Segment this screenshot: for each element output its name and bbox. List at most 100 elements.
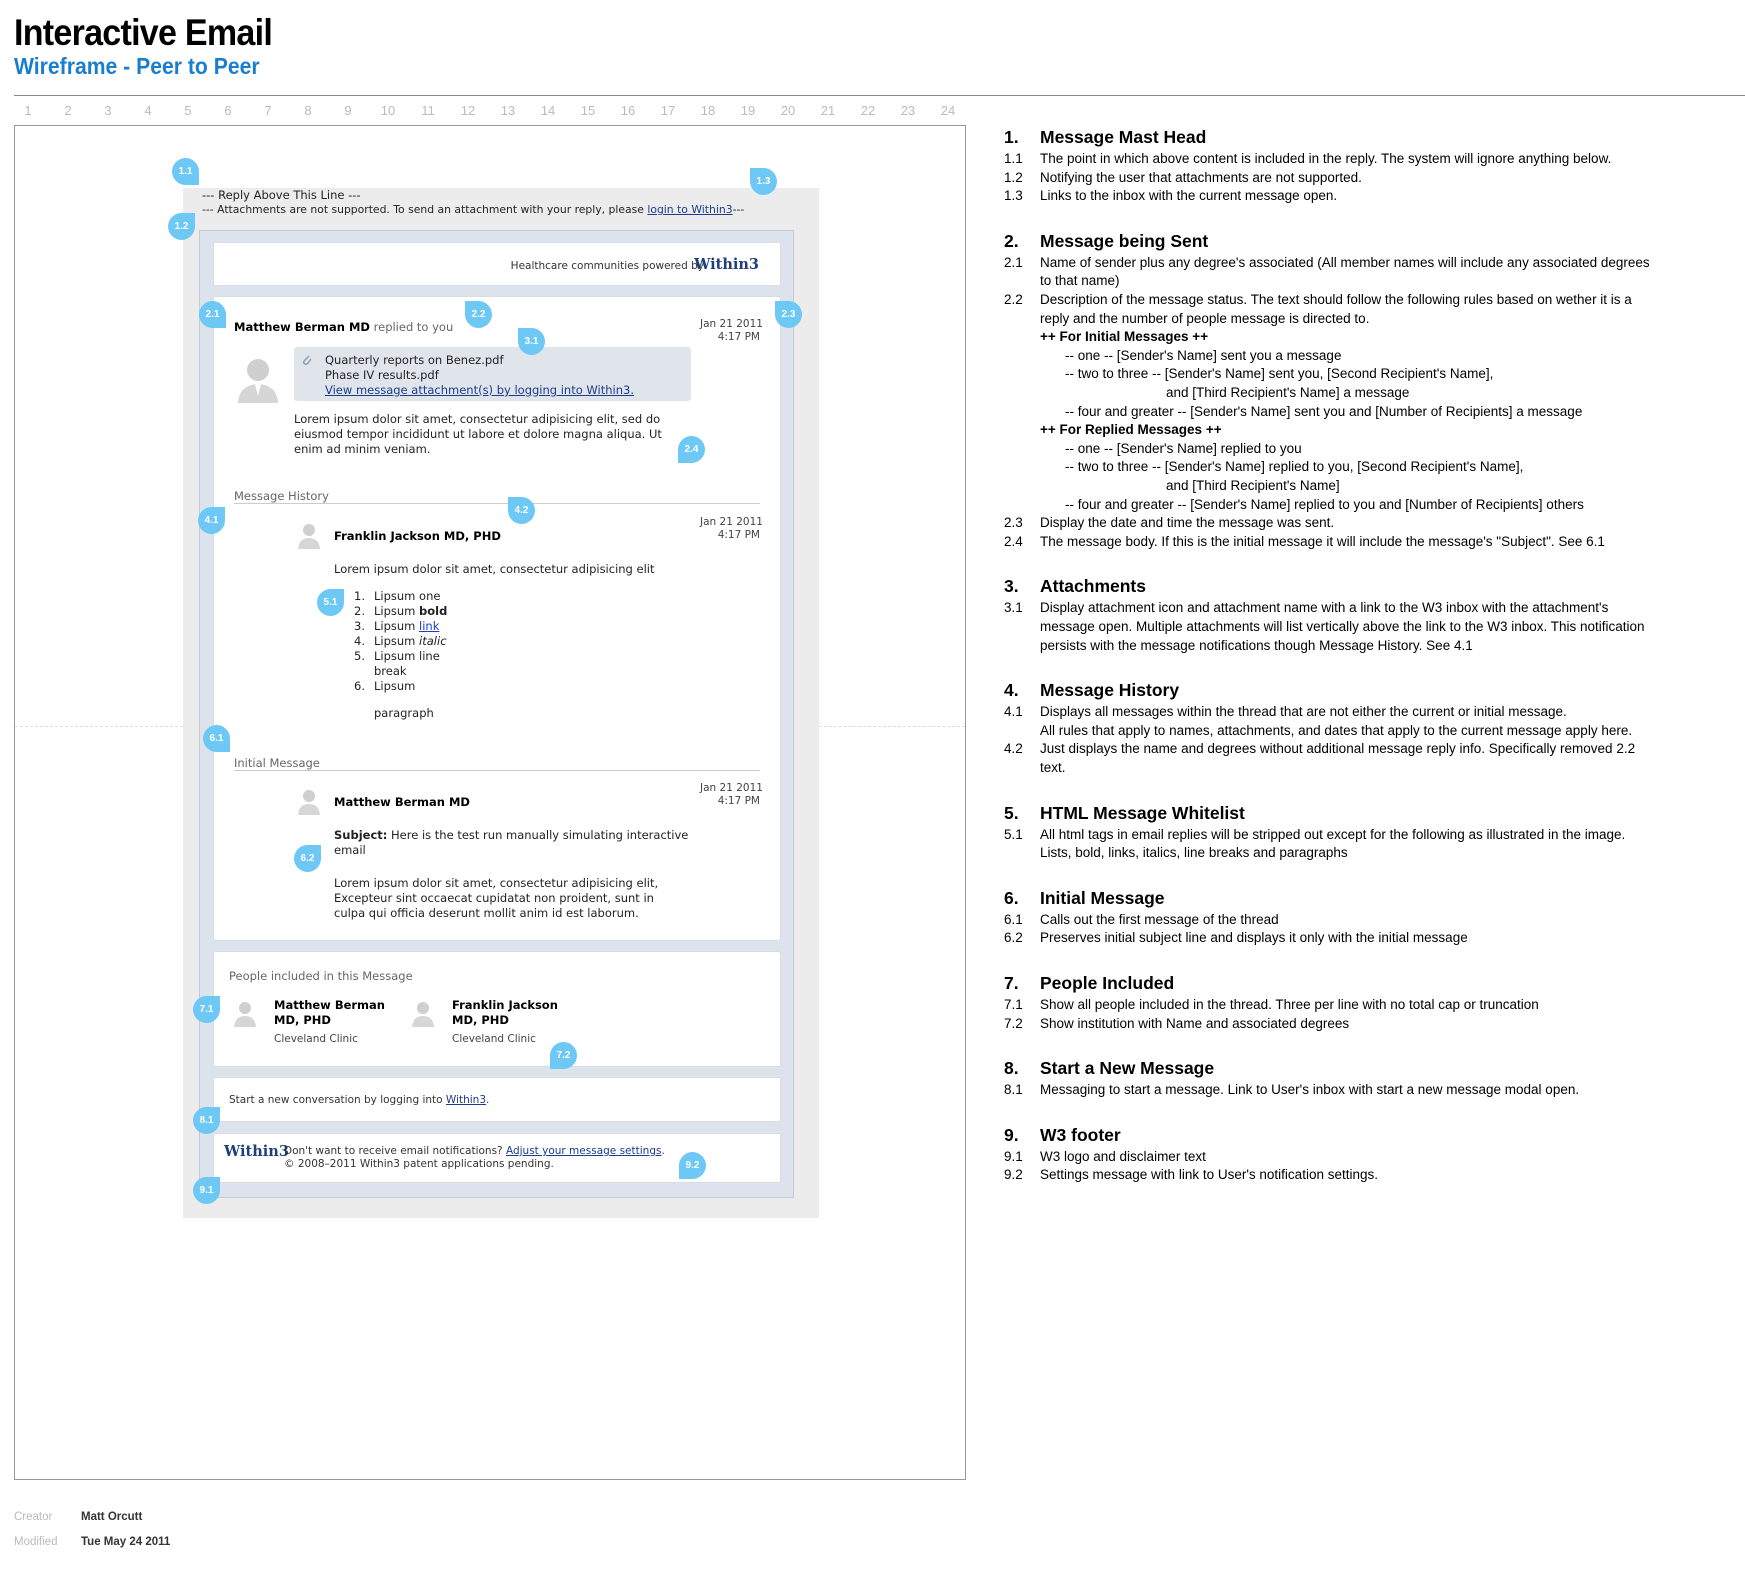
login-link[interactable]: login to Within3 [647, 203, 732, 216]
initial-subject: Subject: Here is the test run manually s… [334, 828, 688, 858]
note-section-heading: 5. HTML Message Whitelist [1004, 803, 1245, 824]
note-item-number: 2.3 [1004, 515, 1023, 531]
note-item-text: ++ For Replied Messages ++ [1040, 422, 1222, 438]
attachments-notice-text: --- Attachments are not supported. To se… [202, 203, 648, 216]
list-item: break [354, 664, 447, 679]
column-number: 13 [500, 103, 516, 118]
avatar-person [412, 1002, 434, 1027]
note-item-text: Settings message with link to User's not… [1040, 1167, 1378, 1183]
note-item-number: 2.2 [1004, 292, 1023, 307]
callout-pin: 2.4 [678, 436, 705, 463]
within3-link[interactable]: Within3 [446, 1094, 486, 1106]
history-time: 4:17 PM [717, 529, 760, 541]
person-name: Matthew Berman [274, 998, 385, 1012]
history-sender[interactable]: Franklin Jackson MD, PHD [334, 529, 501, 543]
note-section-number: 7. [1004, 973, 1019, 993]
column-number: 7 [264, 103, 272, 118]
initial-sender[interactable]: Matthew Berman MD [334, 795, 470, 809]
avatar-initial [298, 790, 320, 815]
note-item-text: Links to the inbox with the current mess… [1040, 188, 1338, 204]
callout-pin: 5.1 [317, 589, 344, 616]
fold-line-right [819, 726, 965, 727]
list-number: 4. [354, 634, 365, 648]
list-number: 3. [354, 619, 365, 633]
note-item-text: Lists, bold, links, italics, line breaks… [1040, 845, 1348, 861]
note-item-number: 1.2 [1004, 169, 1023, 185]
message-history-label: Message History [234, 489, 329, 503]
note-section-heading: 3. Attachments [1004, 576, 1146, 597]
note-item-text: ++ For Initial Messages ++ [1040, 329, 1209, 345]
paperclip-icon [302, 355, 312, 366]
page-subtitle: Wireframe - Peer to Peer [14, 53, 260, 79]
note-item-text: to that name) [1040, 273, 1120, 289]
note-section-heading: 7. People Included [1004, 973, 1174, 994]
list-item: 4. Lipsum italic [354, 634, 447, 649]
footer-text: Don't want to receive email notification… [284, 1145, 665, 1171]
list-text: Lipsum [374, 604, 416, 618]
brand-tagline: Healthcare communities powered by [510, 260, 704, 272]
note-item-text: Just displays the name and degrees witho… [1040, 741, 1636, 757]
initial-body: Lorem ipsum dolor sit amet, consectetur … [334, 876, 658, 921]
list-text: Lipsum [374, 619, 416, 633]
brand-card: Healthcare communities powered by Within… [213, 242, 781, 286]
note-item-number: 7.2 [1004, 1015, 1023, 1031]
list-value-bold: bold [419, 604, 448, 618]
current-sender[interactable]: Matthew Berman MD [234, 320, 370, 334]
person-card[interactable]: Franklin Jackson MD, PHD Cleveland Clini… [452, 998, 558, 1047]
note-section-title: W3 footer [1040, 1124, 1121, 1145]
note-item-text: Messaging to start a message. Link to Us… [1040, 1082, 1580, 1098]
current-body-line: Lorem ipsum dolor sit amet, consectetur … [294, 412, 661, 426]
history-body: Lorem ipsum dolor sit amet, consectetur … [334, 562, 655, 576]
note-section-number: 8. [1004, 1058, 1019, 1079]
avatar-person [234, 1002, 256, 1027]
list-text: Lipsum [374, 649, 416, 663]
note-item-text: -- two to three -- [Sender's Name] repli… [1065, 459, 1524, 475]
note-section-title: HTML Message Whitelist [1040, 802, 1245, 823]
callout-pin: 9.1 [193, 1177, 220, 1204]
column-number: 12 [460, 103, 476, 118]
list-item: 3. Lipsum link [354, 619, 447, 634]
subject-text-cont: email [334, 843, 366, 857]
callout-pin: 3.1 [518, 328, 545, 355]
current-body-line: enim ad minim veniam. [294, 442, 431, 456]
new-conversation-text: Start a new conversation by logging into… [229, 1094, 489, 1106]
note-item-number: 2.1 [1004, 254, 1023, 270]
note-item-text: The message body. If this is the initial… [1040, 533, 1605, 549]
list-number: 1. [354, 589, 365, 603]
person-card[interactable]: Matthew Berman MD, PHD Cleveland Clinic [274, 998, 385, 1047]
person-org: Cleveland Clinic [452, 1033, 536, 1045]
note-item-number: 5.1 [1004, 826, 1023, 842]
column-number: 16 [620, 103, 636, 118]
note-item-text: reply and the number of people message i… [1040, 310, 1370, 326]
attachment-name[interactable]: Quarterly reports on Benez.pdf [325, 353, 504, 367]
list-value-italic: italic [419, 634, 447, 648]
people-label: People included in this Message [229, 969, 413, 983]
column-number: 5 [184, 103, 192, 118]
whitelist-list: 1. Lipsum one 2. Lipsum bold 3. Lipsum link… [354, 589, 447, 721]
note-item-text: -- four and greater -- [Sender's Name] r… [1065, 496, 1584, 512]
column-number: 8 [304, 103, 312, 118]
callout-pin: 6.2 [294, 845, 321, 872]
message-settings-link[interactable]: Adjust your message settings [506, 1145, 662, 1157]
column-number: 4 [144, 103, 152, 118]
note-item-number: 7.1 [1004, 997, 1023, 1012]
note-section-number: 9. [1004, 1124, 1019, 1145]
list-value: line [419, 649, 440, 663]
list-value-link[interactable]: link [419, 619, 439, 633]
list-item: 6. Lipsum [354, 679, 447, 694]
current-date: Jan 21 2011 [700, 318, 763, 330]
new-conversation-card: Start a new conversation by logging into… [213, 1077, 781, 1122]
footer-notice-end: . [661, 1145, 665, 1157]
column-number: 21 [820, 103, 836, 118]
note-item-number: 4.1 [1004, 704, 1023, 720]
initial-date: Jan 21 2011 [700, 782, 763, 794]
attachment-name[interactable]: Phase IV results.pdf [325, 368, 439, 382]
note-item-number: 9.1 [1004, 1148, 1023, 1164]
list-number: 5. [354, 649, 365, 663]
callout-pin: 1.2 [168, 213, 195, 240]
note-section-heading: 9. W3 footer [1004, 1125, 1121, 1146]
subject-text: Here is the test run manually simulating… [387, 828, 689, 842]
note-section-heading: 2. Message being Sent [1004, 231, 1208, 252]
person-name: Franklin Jackson [452, 998, 558, 1012]
view-attachments-link[interactable]: View message attachment(s) by logging in… [325, 383, 634, 397]
